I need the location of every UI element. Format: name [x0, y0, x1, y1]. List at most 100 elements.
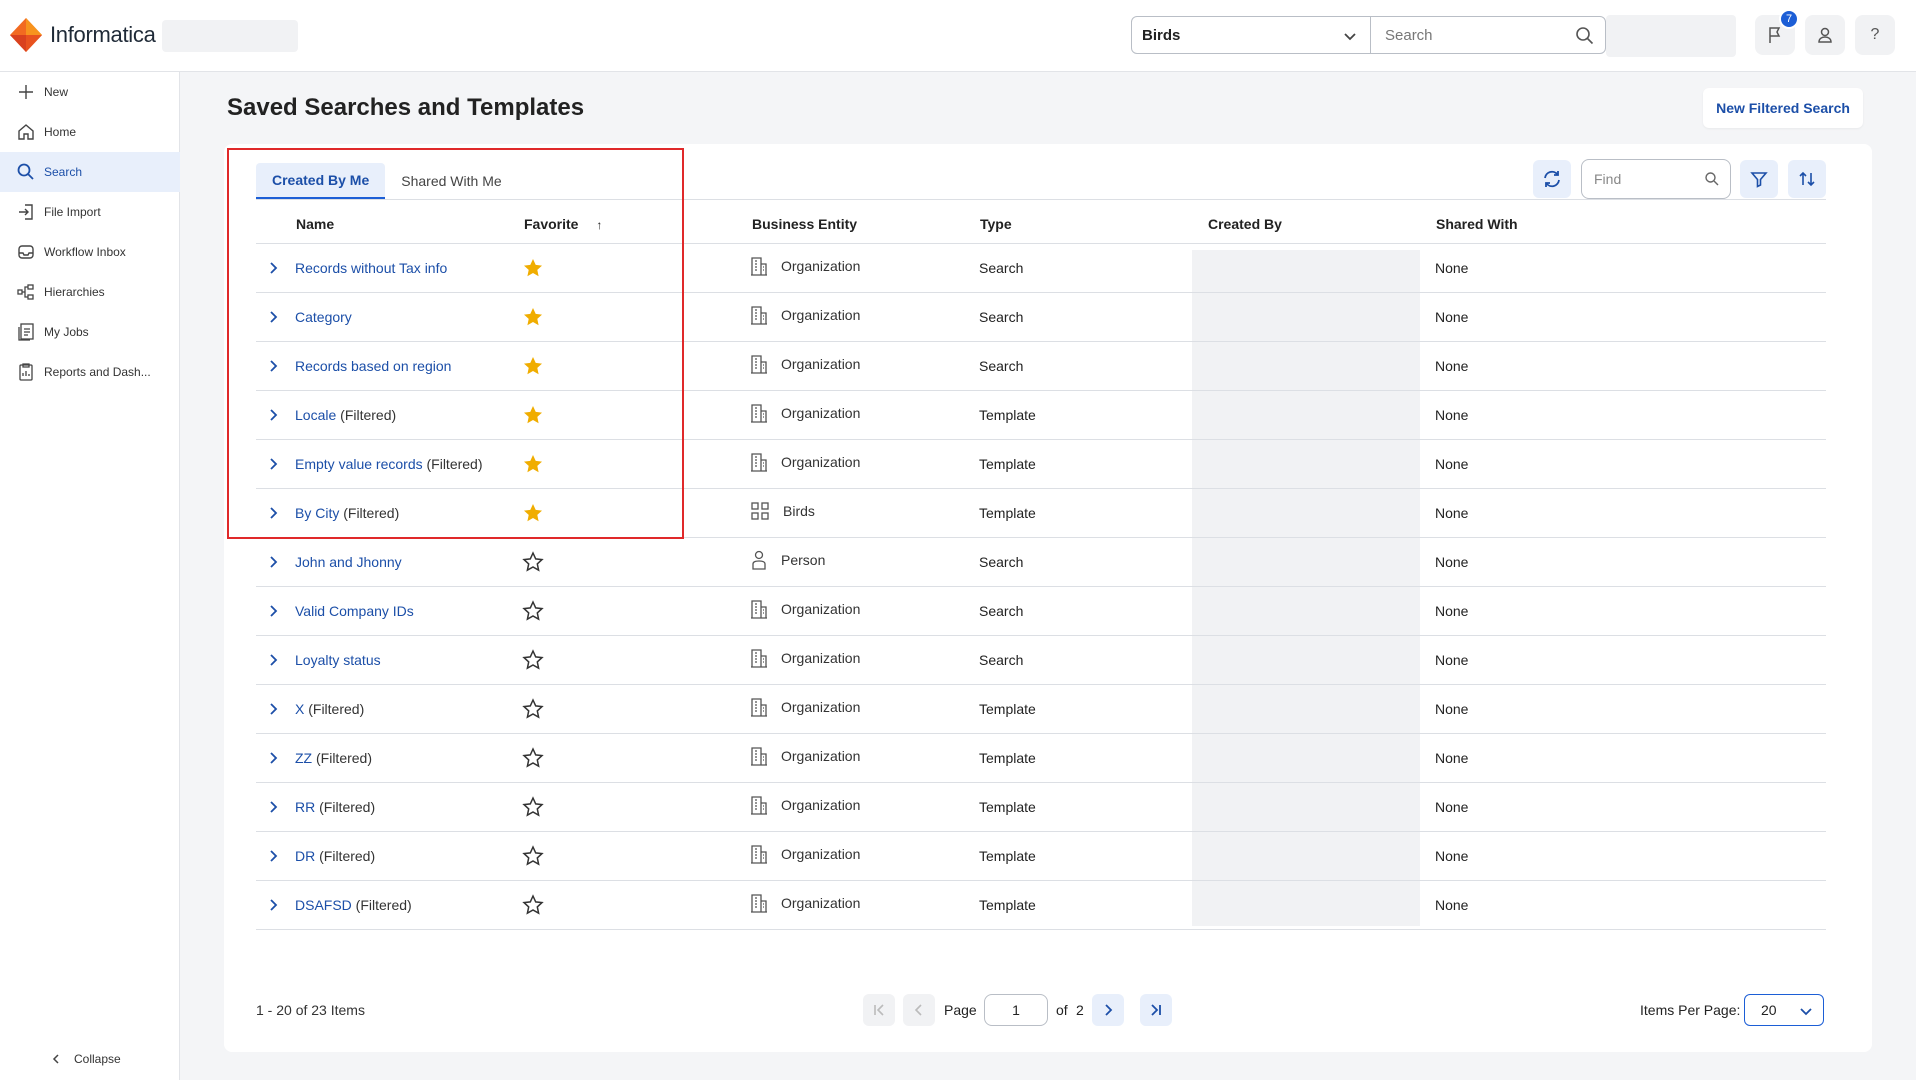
- sidebar-item-reports[interactable]: Reports and Dash...: [0, 352, 180, 392]
- star-outline-icon[interactable]: [522, 747, 544, 772]
- business-entity-cell: Birds: [750, 501, 815, 521]
- business-entity-select[interactable]: Birds: [1131, 16, 1371, 54]
- table-row[interactable]: ZZ (Filtered) Organization Template None: [256, 734, 1826, 783]
- sidebar-item-file-import[interactable]: File Import: [0, 192, 180, 232]
- previous-page-button[interactable]: [903, 994, 935, 1026]
- shared-with-cell: None: [1435, 848, 1469, 864]
- informatica-logo[interactable]: Informatica: [8, 16, 156, 54]
- sidebar-item-my-jobs[interactable]: My Jobs: [0, 312, 180, 352]
- table-row[interactable]: John and Jhonny Person Search None: [256, 538, 1826, 587]
- column-header-business-entity[interactable]: Business Entity: [752, 216, 857, 232]
- chevron-right-icon[interactable]: [266, 702, 280, 716]
- chevron-right-icon[interactable]: [266, 751, 280, 765]
- top-bar: Informatica Birds Search 7 ?: [0, 0, 1916, 72]
- chevron-right-icon[interactable]: [266, 604, 280, 618]
- new-filtered-search-button[interactable]: New Filtered Search: [1703, 88, 1863, 128]
- saved-search-link[interactable]: DR: [295, 848, 315, 864]
- shared-with-cell: None: [1435, 750, 1469, 766]
- chevron-right-icon[interactable]: [266, 653, 280, 667]
- next-page-button[interactable]: [1092, 994, 1124, 1026]
- row-name-cell: X (Filtered): [295, 701, 364, 717]
- star-outline-icon[interactable]: [522, 600, 544, 625]
- chevron-right-icon[interactable]: [266, 800, 280, 814]
- search-icon[interactable]: [1575, 26, 1595, 46]
- table-row[interactable]: DSAFSD (Filtered) Organization Template Non…: [256, 881, 1826, 930]
- star-outline-icon[interactable]: [522, 698, 544, 723]
- sidebar: New Home Search File Import Workflow Inb…: [0, 72, 180, 1080]
- brand-name: Informatica: [50, 22, 156, 47]
- chevron-right-icon[interactable]: [266, 555, 280, 569]
- page-title: Saved Searches and Templates: [227, 94, 585, 121]
- saved-search-link[interactable]: DSAFSD: [295, 897, 352, 913]
- user-profile-button[interactable]: [1805, 15, 1845, 55]
- table-row[interactable]: DR (Filtered) Organization Template None: [256, 832, 1826, 881]
- hierarchy-icon: [17, 284, 34, 300]
- star-outline-icon[interactable]: [522, 894, 544, 919]
- column-header-shared-with[interactable]: Shared With: [1436, 216, 1518, 232]
- building-icon: [750, 746, 775, 766]
- user-icon: [1818, 27, 1832, 43]
- sidebar-item-hierarchies[interactable]: Hierarchies: [0, 272, 180, 312]
- chevron-right-icon[interactable]: [266, 898, 280, 912]
- saved-search-link[interactable]: RR: [295, 799, 315, 815]
- business-entity-label: Organization: [781, 797, 861, 813]
- business-entity-cell: Organization: [750, 795, 860, 815]
- business-entity-cell: Organization: [750, 697, 860, 717]
- type-cell: Template: [979, 456, 1036, 472]
- find-input[interactable]: Find: [1581, 159, 1731, 199]
- table-row[interactable]: RR (Filtered) Organization Template None: [256, 783, 1826, 832]
- sidebar-item-home[interactable]: Home: [0, 112, 180, 152]
- filtered-suffix: (Filtered): [315, 848, 376, 864]
- business-entity-cell: Person: [750, 550, 825, 570]
- table-row[interactable]: Valid Company IDs Organization Search None: [256, 587, 1826, 636]
- star-outline-icon[interactable]: [522, 649, 544, 674]
- last-page-button[interactable]: [1140, 994, 1172, 1026]
- redacted-area: [162, 20, 298, 52]
- filtered-suffix: (Filtered): [351, 897, 412, 913]
- items-per-page-label: Items Per Page:: [1640, 1002, 1741, 1018]
- star-outline-icon[interactable]: [522, 551, 544, 576]
- star-outline-icon[interactable]: [522, 845, 544, 870]
- filtered-suffix: (Filtered): [312, 750, 373, 766]
- column-header-created-by[interactable]: Created By: [1208, 216, 1282, 232]
- items-per-page-select[interactable]: 20: [1744, 994, 1824, 1026]
- shared-with-cell: None: [1435, 652, 1469, 668]
- first-page-button[interactable]: [863, 994, 895, 1026]
- row-name-cell: RR (Filtered): [295, 799, 375, 815]
- flag-icon: [1769, 27, 1781, 43]
- type-cell: Template: [979, 701, 1036, 717]
- page-number-input[interactable]: 1: [984, 994, 1048, 1026]
- notifications-button[interactable]: 7: [1755, 9, 1799, 55]
- table-row[interactable]: Loyalty status Organization Search None: [256, 636, 1826, 685]
- find-placeholder: Find: [1594, 171, 1622, 187]
- notification-badge: 7: [1779, 9, 1799, 29]
- global-search-input[interactable]: Search: [1370, 16, 1606, 54]
- help-button[interactable]: ?: [1855, 15, 1895, 55]
- refresh-button[interactable]: [1533, 160, 1571, 198]
- chevron-right-icon[interactable]: [266, 849, 280, 863]
- star-outline-icon[interactable]: [522, 796, 544, 821]
- sidebar-item-workflow-inbox[interactable]: Workflow Inbox: [0, 232, 180, 272]
- saved-search-link[interactable]: Valid Company IDs: [295, 603, 414, 619]
- saved-search-link[interactable]: John and Jhonny: [295, 554, 402, 570]
- sidebar-item-search[interactable]: Search: [0, 152, 180, 192]
- shared-with-cell: None: [1435, 456, 1469, 472]
- saved-search-link[interactable]: X: [295, 701, 304, 717]
- sort-button[interactable]: [1788, 160, 1826, 198]
- business-entity-label: Organization: [781, 601, 861, 617]
- type-cell: Template: [979, 505, 1036, 521]
- sidebar-item-new[interactable]: New: [0, 72, 180, 112]
- saved-search-link[interactable]: Loyalty status: [295, 652, 381, 668]
- filter-button[interactable]: [1740, 160, 1778, 198]
- business-entity-label: Organization: [781, 258, 861, 274]
- business-entity-cell: Organization: [750, 452, 860, 472]
- table-row[interactable]: X (Filtered) Organization Template None: [256, 685, 1826, 734]
- refresh-icon: [1544, 170, 1560, 188]
- column-header-type[interactable]: Type: [980, 216, 1012, 232]
- shared-with-cell: None: [1435, 603, 1469, 619]
- row-name-cell: Valid Company IDs: [295, 603, 414, 619]
- chevron-down-icon: [1800, 1008, 1812, 1016]
- collapse-sidebar-button[interactable]: Collapse: [50, 1052, 121, 1066]
- items-count: 1 - 20 of 23 Items: [256, 1002, 365, 1018]
- saved-search-link[interactable]: ZZ: [295, 750, 312, 766]
